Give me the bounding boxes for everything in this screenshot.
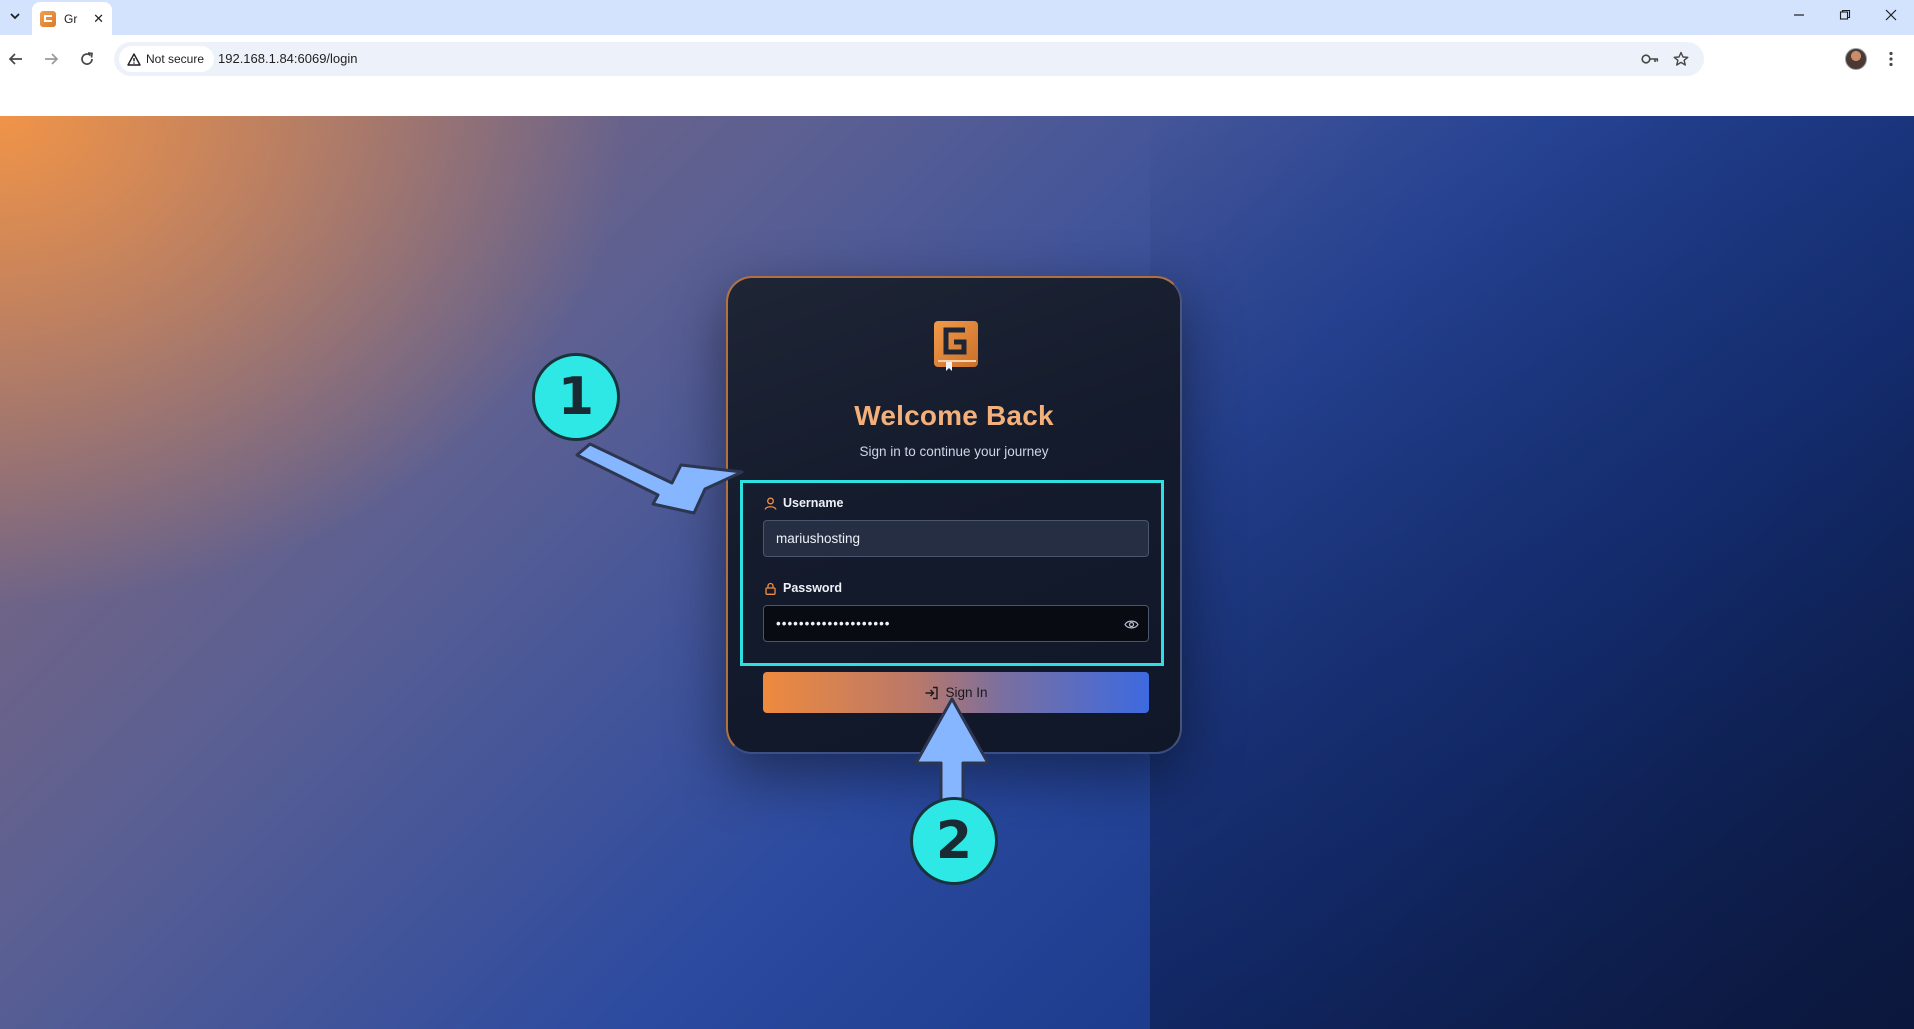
sign-in-label: Sign In [945, 685, 988, 700]
eye-icon [1123, 620, 1139, 628]
username-input[interactable]: mariushosting [763, 520, 1149, 557]
sign-in-button[interactable]: Sign In [763, 672, 1149, 713]
warning-triangle-icon [127, 52, 141, 66]
login-card: Welcome Back Sign in to continue your jo… [726, 276, 1182, 754]
close-icon [1885, 9, 1897, 21]
page-viewport: Welcome Back Sign in to continue your jo… [0, 116, 1914, 1029]
reload-button[interactable] [73, 45, 101, 73]
username-label-text: Username [783, 496, 844, 510]
app-favicon-icon [40, 10, 56, 27]
username-label: Username [764, 496, 843, 510]
key-icon [1641, 54, 1659, 64]
show-password-button[interactable] [1123, 616, 1139, 632]
page-subtitle: Sign in to continue your journey [859, 444, 1049, 459]
bookmark-button[interactable] [1671, 49, 1691, 69]
book-logo-icon [934, 321, 978, 371]
browser-tab[interactable]: Gr ✕ [32, 2, 112, 35]
browser-toolbar: Not secure 192.168.1.84:6069/login [0, 35, 1914, 116]
arrow-left-icon [8, 53, 22, 65]
forward-button[interactable] [37, 45, 65, 73]
browser-menu-button[interactable] [1880, 48, 1902, 70]
tab-title: Gr [64, 11, 78, 26]
restore-button[interactable] [1822, 0, 1868, 30]
step-1-badge: 1 [532, 353, 620, 441]
password-value: •••••••••••••••••••• [776, 616, 891, 631]
password-label-text: Password [783, 581, 843, 595]
security-label: Not secure [146, 52, 205, 66]
address-bar[interactable]: Not secure 192.168.1.84:6069/login [114, 42, 1704, 76]
star-icon [1673, 51, 1689, 66]
reload-icon [81, 52, 93, 65]
login-arrow-icon [925, 686, 939, 699]
minimize-button[interactable] [1776, 0, 1822, 30]
password-manager-button[interactable] [1640, 49, 1660, 69]
chevron-down-icon [10, 13, 20, 20]
tab-strip: Gr ✕ [0, 0, 1914, 35]
password-label: Password [764, 581, 842, 595]
step-2-badge: 2 [910, 797, 998, 885]
minimize-icon [1794, 14, 1804, 16]
window-controls [1776, 0, 1914, 30]
page-title: Welcome Back [854, 400, 1054, 431]
arrow-1 [575, 442, 744, 515]
security-indicator[interactable]: Not secure [119, 46, 215, 72]
screen: Gr ✕ Not secure 192.168.1.84:6069/login … [0, 0, 1914, 1029]
close-window-button[interactable] [1868, 0, 1914, 30]
lock-icon [765, 582, 776, 595]
profile-avatar[interactable] [1845, 48, 1867, 70]
password-input[interactable]: •••••••••••••••••••• [763, 605, 1149, 642]
arrow-right-icon [45, 53, 59, 65]
user-icon [764, 497, 777, 510]
restore-icon [1839, 9, 1851, 20]
kebab-menu-icon [1889, 51, 1893, 67]
close-tab-icon[interactable]: ✕ [93, 12, 104, 25]
username-value: mariushosting [776, 531, 861, 546]
url-text[interactable]: 192.168.1.84:6069/login [218, 51, 358, 66]
tab-search-button[interactable] [3, 4, 27, 28]
back-button[interactable] [2, 45, 30, 73]
